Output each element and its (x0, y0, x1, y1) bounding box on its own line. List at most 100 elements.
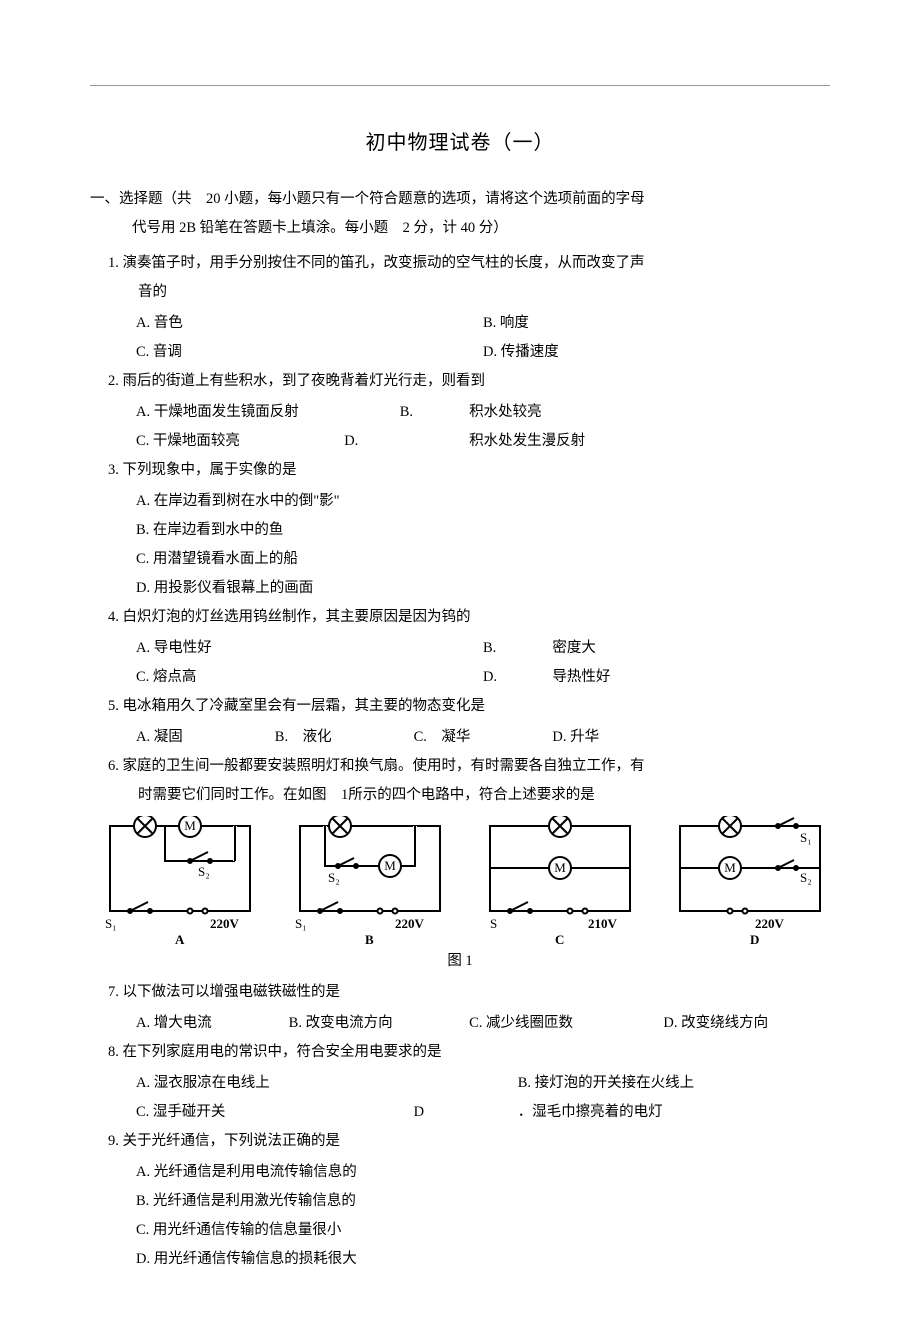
q2-opt-d: 积水处发生漫反射 (469, 427, 585, 456)
q2-text: 雨后的街道上有些积水，到了夜晚背着灯光行走，则看到 (123, 373, 486, 389)
q5-number: 5. (108, 698, 119, 714)
q9-text: 关于光纤通信，下列说法正确的是 (123, 1133, 341, 1149)
q2-opt-c: C. 干燥地面较亮 (136, 427, 344, 456)
svg-text:C: C (555, 932, 564, 946)
q3-options: A. 在岸边看到树在水中的倒"影" B. 在岸边看到水中的鱼 C. 用潜望镜看水… (90, 487, 830, 603)
question-8: 8. 在下列家庭用电的常识中，符合安全用电要求的是 (90, 1038, 830, 1067)
svg-text:M: M (384, 858, 396, 873)
section-1-intro: 一、选择题（共 20 小题，每小题只有一个符合题意的选项，请将这个选项前面的字母… (90, 185, 830, 243)
question-9: 9. 关于光纤通信，下列说法正确的是 (90, 1127, 830, 1156)
q4-opt-d: 导热性好 (552, 663, 610, 692)
q5-options: A. 凝固 B. 液化 C. 凝华 D. 升华 (90, 723, 830, 752)
question-5: 5. 电冰箱用久了冷藏室里会有一层霜，其主要的物态变化是 (90, 692, 830, 721)
intro-line-2: 代号用 2B 铅笔在答题卡上填涂。每小题 2 分，计 40 分） (90, 214, 830, 243)
q4-number: 4. (108, 609, 119, 625)
q3-opt-b: B. 在岸边看到水中的鱼 (136, 516, 830, 545)
q8-opt-c: C. 湿手碰开关 (136, 1098, 414, 1127)
q9-opt-d: D. 用光纤通信传输信息的损耗很大 (136, 1245, 830, 1274)
q8-opt-d: ．湿毛巾擦亮着的电灯 (518, 1098, 663, 1127)
svg-text:220V: 220V (755, 916, 785, 931)
q6-text-l2: 时需要它们同时工作。在如图 1所示的四个电路中，符合上述要求的是 (108, 781, 830, 810)
intro-line-1: 一、选择题（共 20 小题，每小题只有一个符合题意的选项，请将这个选项前面的字母 (90, 185, 830, 214)
q1-number: 1. (108, 255, 119, 271)
svg-text:S: S (490, 916, 497, 931)
svg-text:M: M (554, 860, 566, 875)
q3-text: 下列现象中，属于实像的是 (123, 462, 297, 478)
q1-options: A. 音色 B. 响度 C. 音调 D. 传播速度 (90, 309, 830, 367)
q5-opt-a: A. 凝固 (136, 723, 275, 752)
top-rule (90, 85, 830, 86)
q4-d-label: D. (483, 663, 552, 692)
svg-text:220V: 220V (210, 916, 240, 931)
q7-opt-c: C. 减少线圈匝数 (469, 1009, 663, 1038)
q5-opt-b: B. 液化 (275, 723, 414, 752)
q8-opt-b: B. 接灯泡的开关接在火线上 (518, 1069, 694, 1098)
svg-text:S₁: S₁ (295, 916, 307, 931)
svg-text:S₁: S₁ (105, 916, 117, 931)
question-3: 3. 下列现象中，属于实像的是 (90, 456, 830, 485)
question-6: 6. 家庭的卫生间一般都要安装照明灯和换气扇。使用时，有时需要各自独立工作，有 … (90, 752, 830, 810)
svg-text:S₂: S₂ (198, 864, 210, 879)
question-2: 2. 雨后的街道上有些积水，到了夜晚背着灯光行走，则看到 (90, 367, 830, 396)
q1-opt-b: B. 响度 (483, 309, 830, 338)
q5-text: 电冰箱用久了冷藏室里会有一层霜，其主要的物态变化是 (123, 698, 486, 714)
figure-1-circuits: M S₂ S₁ 220V A (90, 816, 830, 946)
q5-opt-c: C. 凝华 (414, 723, 553, 752)
q8-number: 8. (108, 1044, 119, 1060)
q2-opt-b: 积水处较亮 (469, 398, 542, 427)
q1-opt-d: D. 传播速度 (483, 338, 830, 367)
q5-opt-d: D. 升华 (552, 723, 599, 752)
q3-opt-c: C. 用潜望镜看水面上的船 (136, 545, 830, 574)
q9-opt-c: C. 用光纤通信传输的信息量很小 (136, 1216, 830, 1245)
q3-number: 3. (108, 462, 119, 478)
q9-number: 9. (108, 1133, 119, 1149)
q2-number: 2. (108, 373, 119, 389)
q8-text: 在下列家庭用电的常识中，符合安全用电要求的是 (123, 1044, 442, 1060)
q8-opt-a: A. 湿衣服凉在电线上 (136, 1069, 518, 1098)
exam-title: 初中物理试卷（一） (90, 126, 830, 155)
q6-number: 6. (108, 758, 119, 774)
svg-text:M: M (724, 860, 736, 875)
q2-opt-a: A. 干燥地面发生镜面反射 (136, 398, 400, 427)
q1-text-l1: 演奏笛子时，用手分别按住不同的笛孔，改变振动的空气柱的长度，从而改变了声 (123, 255, 645, 271)
figure-1-caption: 图 1 (90, 948, 830, 974)
q4-opt-a: A. 导电性好 (136, 634, 483, 663)
question-7: 7. 以下做法可以增强电磁铁磁性的是 (90, 978, 830, 1007)
q7-opt-b: B. 改变电流方向 (289, 1009, 469, 1038)
q9-opt-a: A. 光纤通信是利用电流传输信息的 (136, 1158, 830, 1187)
q2-b-label: B. (400, 398, 469, 427)
svg-text:S₂: S₂ (800, 870, 812, 885)
q7-opt-d: D. 改变绕线方向 (663, 1009, 768, 1038)
svg-text:M: M (184, 818, 196, 833)
q3-opt-a: A. 在岸边看到树在水中的倒"影" (136, 487, 830, 516)
svg-text:B: B (365, 932, 374, 946)
q4-opt-c: C. 熔点高 (136, 663, 483, 692)
circuits-svg: M S₂ S₁ 220V A (90, 816, 830, 946)
q8-d-label: D (414, 1098, 518, 1127)
q4-options: A. 导电性好 B. 密度大 C. 熔点高 D. 导热性好 (90, 634, 830, 692)
q7-text: 以下做法可以增强电磁铁磁性的是 (123, 984, 341, 1000)
q6-text-l1: 家庭的卫生间一般都要安装照明灯和换气扇。使用时，有时需要各自独立工作，有 (123, 758, 645, 774)
q2-d-label: D. (344, 427, 469, 456)
question-4: 4. 白炽灯泡的灯丝选用钨丝制作，其主要原因是因为钨的 (90, 603, 830, 632)
svg-text:210V: 210V (588, 916, 618, 931)
q8-options: A. 湿衣服凉在电线上 B. 接灯泡的开关接在火线上 C. 湿手碰开关 D ．湿… (90, 1069, 830, 1127)
q4-text: 白炽灯泡的灯丝选用钨丝制作，其主要原因是因为钨的 (123, 609, 471, 625)
question-1: 1. 演奏笛子时，用手分别按住不同的笛孔，改变振动的空气柱的长度，从而改变了声 … (90, 249, 830, 307)
svg-text:220V: 220V (395, 916, 425, 931)
q7-number: 7. (108, 984, 119, 1000)
q2-options: A. 干燥地面发生镜面反射 B. 积水处较亮 C. 干燥地面较亮 D. 积水处发… (90, 398, 830, 456)
svg-text:A: A (175, 932, 185, 946)
q1-text-l2: 音的 (108, 278, 830, 307)
q7-options: A. 增大电流 B. 改变电流方向 C. 减少线圈匝数 D. 改变绕线方向 (90, 1009, 830, 1038)
svg-text:S₂: S₂ (328, 870, 340, 885)
q1-opt-c: C. 音调 (136, 338, 483, 367)
exam-page: 初中物理试卷（一） 一、选择题（共 20 小题，每小题只有一个符合题意的选项，请… (0, 0, 920, 1334)
svg-text:S₁: S₁ (800, 830, 812, 845)
q4-opt-b: 密度大 (552, 634, 596, 663)
q4-b-label: B. (483, 634, 552, 663)
q9-options: A. 光纤通信是利用电流传输信息的 B. 光纤通信是利用激光传输信息的 C. 用… (90, 1158, 830, 1274)
q9-opt-b: B. 光纤通信是利用激光传输信息的 (136, 1187, 830, 1216)
svg-text:D: D (750, 932, 759, 946)
q1-opt-a: A. 音色 (136, 309, 483, 338)
